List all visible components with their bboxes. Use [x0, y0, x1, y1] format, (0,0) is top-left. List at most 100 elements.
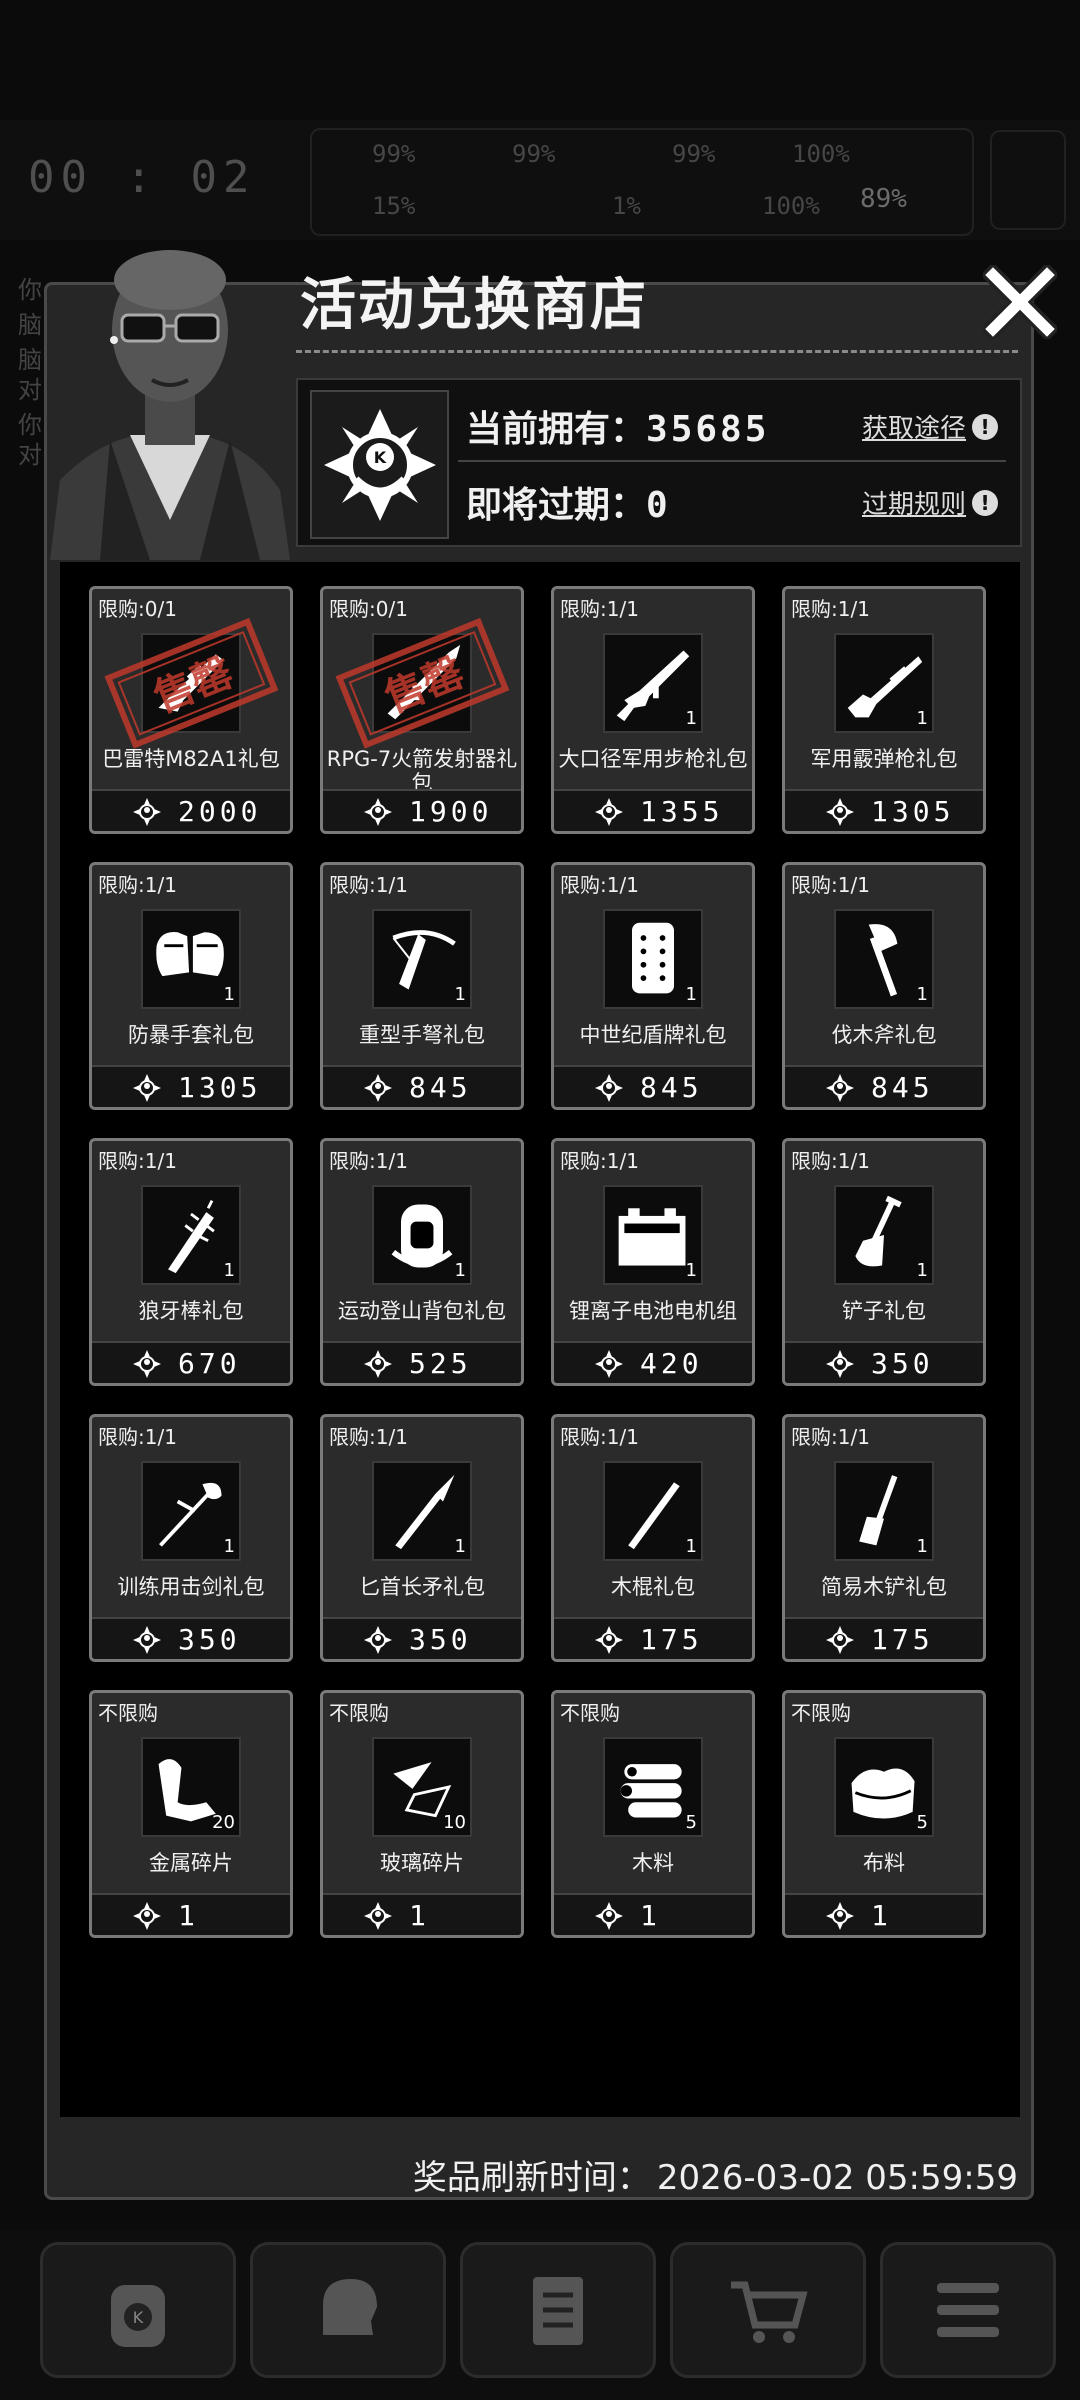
shop-item-card[interactable]: 限购:1/1 1 中世纪盾牌礼包 845: [551, 862, 755, 1110]
nav-menu-button[interactable]: [880, 2242, 1056, 2378]
nav-journal-button[interactable]: [460, 2242, 656, 2378]
price-bar: 1355: [554, 789, 752, 831]
price-bar: 175: [554, 1617, 752, 1659]
expire-value: 0: [646, 485, 671, 526]
close-icon: [983, 265, 1057, 339]
status-panel: 99% 99% 99% 100% 15% 1% 100%: [310, 128, 974, 236]
token-icon: K: [323, 408, 436, 521]
token-icon: [826, 1902, 854, 1930]
item-icon-slot: 20: [141, 1737, 241, 1837]
shop-item-card[interactable]: 限购:1/1 1 木棍礼包 175: [551, 1414, 755, 1662]
purchase-limit: 不限购: [329, 1701, 389, 1725]
svg-text:K: K: [133, 2308, 144, 2327]
item-price: 1: [409, 1899, 430, 1932]
item-price: 1: [178, 1899, 199, 1932]
token-icon: [826, 1350, 854, 1378]
price-bar: 845: [554, 1065, 752, 1107]
purchase-limit: 限购:0/1: [98, 597, 177, 621]
item-name: 狼牙棒礼包: [138, 1299, 244, 1323]
token-icon: [133, 1074, 161, 1102]
price-bar: 670: [92, 1341, 290, 1383]
background-text: 你: [18, 276, 42, 304]
purchase-limit: 限购:1/1: [560, 873, 639, 897]
purchase-limit: 限购:1/1: [329, 1149, 408, 1173]
item-quantity: 1: [223, 984, 235, 1005]
shop-item-card[interactable]: 限购:1/1 1 运动登山背包礼包 525: [320, 1138, 524, 1386]
shop-cart-icon: [731, 2281, 808, 2343]
token-icon: [364, 1626, 392, 1654]
stat-value: 99%: [512, 140, 556, 168]
shop-item-card[interactable]: 限购:1/1 1 伐木斧礼包 845: [782, 862, 986, 1110]
hud-slot[interactable]: [990, 130, 1066, 230]
stat-value: 1%: [612, 192, 641, 220]
shop-item-card[interactable]: 限购:0/1 巴雷特M82A1礼包 2000 售罄: [89, 586, 293, 834]
item-icon-slot: 1: [834, 909, 934, 1009]
purchase-limit: 限购:1/1: [791, 1149, 870, 1173]
nav-shop-button[interactable]: [670, 2242, 866, 2378]
shop-item-card[interactable]: 限购:1/1 1 军用霰弹枪礼包 1305: [782, 586, 986, 834]
shop-item-card[interactable]: 限购:1/1 1 锂离子电池电机组 420: [551, 1138, 755, 1386]
item-icon-slot: 1: [603, 633, 703, 733]
item-name: 木棍礼包: [611, 1575, 695, 1599]
nav-backpack-button[interactable]: K: [40, 2242, 236, 2378]
shop-item-card[interactable]: 不限购 10 玻璃碎片 1: [320, 1690, 524, 1938]
item-icon-slot: 1: [603, 909, 703, 1009]
backpack-icon: [391, 1204, 453, 1268]
item-price: 2000: [178, 795, 262, 828]
shop-item-card[interactable]: 限购:1/1 1 简易木铲礼包 175: [782, 1414, 986, 1662]
item-name: 运动登山背包礼包: [338, 1299, 506, 1323]
item-quantity: 1: [916, 1536, 928, 1557]
close-button[interactable]: [980, 262, 1060, 342]
price-bar: 350: [785, 1341, 983, 1383]
cloth-icon: [851, 1768, 915, 1819]
get-route-link[interactable]: 获取途径!: [862, 408, 998, 445]
shield-icon: [632, 922, 674, 994]
expire-rule-link[interactable]: 过期规则!: [862, 484, 998, 521]
price-bar: 525: [323, 1341, 521, 1383]
shop-item-card[interactable]: 不限购 5 布料 1: [782, 1690, 986, 1938]
price-bar: 845: [785, 1065, 983, 1107]
game-timer: 00 : 02: [28, 152, 256, 203]
shop-item-card[interactable]: 限购:1/1 1 匕首长矛礼包 350: [320, 1414, 524, 1662]
nav-skills-button[interactable]: [250, 2242, 446, 2378]
item-icon-slot: 1: [372, 1185, 472, 1285]
stat-value: 99%: [672, 140, 716, 168]
stat-value: 99%: [372, 140, 416, 168]
item-price: 845: [640, 1071, 703, 1104]
item-name: 防暴手套礼包: [128, 1023, 254, 1047]
shop-item-card[interactable]: 限购:1/1 1 铲子礼包 350: [782, 1138, 986, 1386]
gloves-icon: [156, 932, 224, 977]
shop-item-card[interactable]: 限购:1/1 1 训练用击剑礼包 350: [89, 1414, 293, 1662]
backpack-icon: K: [111, 2285, 165, 2347]
shop-item-card[interactable]: 不限购 5 木料 1: [551, 1690, 755, 1938]
price-bar: 845: [323, 1065, 521, 1107]
info-icon: !: [972, 413, 998, 440]
item-name: 锂离子电池电机组: [569, 1299, 737, 1323]
shop-item-card[interactable]: 限购:1/1 1 防暴手套礼包 1305: [89, 862, 293, 1110]
token-icon: [364, 1350, 392, 1378]
item-price: 845: [871, 1071, 934, 1104]
sniper-rifle-icon: [158, 654, 224, 712]
token-icon: [595, 798, 623, 826]
item-icon-slot: 5: [603, 1737, 703, 1837]
item-price: 1305: [871, 795, 955, 828]
token-icon: [595, 1626, 623, 1654]
item-icon-slot: 10: [372, 1737, 472, 1837]
purchase-limit: 限购:1/1: [329, 1425, 408, 1449]
token-icon: [364, 1902, 392, 1930]
svg-text:K: K: [373, 448, 386, 467]
item-quantity: 1: [223, 1536, 235, 1557]
shop-item-card[interactable]: 限购:0/1 RPG-7火箭发射器礼包 1900 售罄: [320, 586, 524, 834]
price-bar: 1900: [323, 789, 521, 831]
item-price: 1: [640, 1899, 661, 1932]
item-price: 845: [409, 1071, 472, 1104]
shop-item-card[interactable]: 限购:1/1 1 重型手弩礼包 845: [320, 862, 524, 1110]
item-icon-slot: 1: [141, 1461, 241, 1561]
shovel-icon: [855, 1195, 902, 1267]
shop-item-card[interactable]: 限购:1/1 1 狼牙棒礼包 670: [89, 1138, 293, 1386]
shop-item-card[interactable]: 不限购 20 金属碎片 1: [89, 1690, 293, 1938]
purchase-limit: 限购:1/1: [560, 1149, 639, 1173]
purchase-limit: 限购:1/1: [329, 873, 408, 897]
item-quantity: 20: [212, 1812, 235, 1833]
shop-item-card[interactable]: 限购:1/1 1 大口径军用步枪礼包 1355: [551, 586, 755, 834]
